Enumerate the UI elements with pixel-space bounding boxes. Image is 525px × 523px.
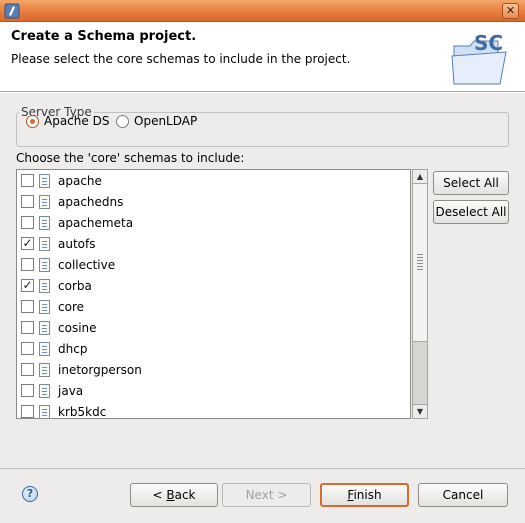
- checkbox-checked[interactable]: ✓: [21, 279, 34, 292]
- back-label-rest: ack: [174, 488, 196, 502]
- radio-label: OpenLDAP: [134, 114, 198, 128]
- schema-file-icon: [39, 173, 50, 188]
- schema-file-icon: [39, 341, 50, 356]
- help-icon[interactable]: ?: [22, 486, 38, 502]
- finish-button[interactable]: Finish: [320, 483, 409, 507]
- radio-apache-ds[interactable]: Apache DS: [26, 114, 109, 128]
- list-item[interactable]: inetorgperson: [17, 359, 410, 380]
- list-item[interactable]: apachedns: [17, 191, 410, 212]
- schemas-label: Choose the 'core' schemas to include:: [16, 151, 245, 165]
- list-item-label: corba: [58, 278, 92, 293]
- checkbox[interactable]: [21, 363, 34, 376]
- footer-divider: [0, 468, 525, 469]
- list-item[interactable]: ✓ corba: [17, 275, 410, 296]
- schema-file-icon: [39, 278, 50, 293]
- back-mnemonic: B: [166, 488, 175, 502]
- checkbox[interactable]: [21, 195, 34, 208]
- radio-button[interactable]: [116, 114, 129, 128]
- radio-openldap[interactable]: OpenLDAP: [116, 114, 197, 128]
- finish-label-rest: inish: [353, 488, 382, 502]
- scroll-thumb[interactable]: [413, 184, 427, 342]
- list-item-label: apachemeta: [58, 215, 134, 230]
- back-label-prefix: <: [152, 488, 167, 502]
- list-item[interactable]: krb5kdc: [17, 401, 410, 419]
- window-titlebar[interactable]: ✕: [0, 0, 525, 22]
- checkbox[interactable]: [21, 174, 34, 187]
- list-item-label: collective: [58, 257, 116, 272]
- checkbox[interactable]: [21, 216, 34, 229]
- list-item-label: dhcp: [58, 341, 88, 356]
- schema-file-icon: [39, 362, 50, 377]
- list-item[interactable]: core: [17, 296, 410, 317]
- back-button[interactable]: < Back: [130, 483, 218, 507]
- page-description: Please select the core schemas to includ…: [11, 52, 351, 66]
- list-item-label: core: [58, 299, 84, 314]
- schema-list[interactable]: apache apachedns apachemeta ✓ autofs col…: [16, 169, 411, 419]
- grip-icon: [417, 254, 423, 270]
- schema-file-icon: [39, 236, 50, 251]
- list-item[interactable]: collective: [17, 254, 410, 275]
- wizard-header: Create a Schema project. Please select t…: [0, 22, 525, 92]
- list-scrollbar[interactable]: ▲ ▼: [412, 169, 428, 419]
- schema-file-icon: [39, 383, 50, 398]
- list-item[interactable]: dhcp: [17, 338, 410, 359]
- schema-file-icon: [39, 215, 50, 230]
- scroll-up-arrow-icon[interactable]: ▲: [413, 170, 427, 184]
- checkbox[interactable]: [21, 321, 34, 334]
- checkbox[interactable]: [21, 342, 34, 355]
- checkbox-checked[interactable]: ✓: [21, 237, 34, 250]
- list-item-label: cosine: [58, 320, 97, 335]
- schema-folder-icon: SC: [451, 31, 507, 85]
- wizard-content: Server Type Apache DS OpenLDAP Choose th…: [0, 93, 525, 523]
- wizard-image-text: SC: [474, 31, 503, 55]
- window-close-button[interactable]: ✕: [502, 3, 519, 19]
- schema-file-icon: [39, 194, 50, 209]
- list-item[interactable]: ✓ autofs: [17, 233, 410, 254]
- schema-file-icon: [39, 404, 50, 418]
- checkbox[interactable]: [21, 384, 34, 397]
- scroll-down-arrow-icon[interactable]: ▼: [413, 404, 427, 418]
- list-item-label: apachedns: [58, 194, 124, 209]
- schema-file-icon: [39, 257, 50, 272]
- list-item-label: inetorgperson: [58, 362, 142, 377]
- schema-file-icon: [39, 320, 50, 335]
- checkbox[interactable]: [21, 405, 34, 418]
- checkbox[interactable]: [21, 258, 34, 271]
- select-all-button[interactable]: Select All: [433, 171, 509, 195]
- list-item[interactable]: apachemeta: [17, 212, 410, 233]
- list-item-label: autofs: [58, 236, 96, 251]
- deselect-all-button[interactable]: Deselect All: [433, 200, 509, 224]
- cancel-button[interactable]: Cancel: [418, 483, 508, 507]
- radio-button-selected[interactable]: [26, 114, 39, 128]
- schema-file-icon: [39, 299, 50, 314]
- list-item[interactable]: java: [17, 380, 410, 401]
- list-item[interactable]: apache: [17, 170, 410, 191]
- list-item-label: apache: [58, 173, 102, 188]
- page-title: Create a Schema project.: [11, 29, 197, 44]
- list-item[interactable]: cosine: [17, 317, 410, 338]
- checkbox[interactable]: [21, 300, 34, 313]
- app-icon: [4, 3, 20, 19]
- list-item-label: krb5kdc: [58, 404, 107, 419]
- list-item-label: java: [58, 383, 84, 398]
- next-button[interactable]: Next >: [222, 483, 311, 507]
- radio-label: Apache DS: [44, 114, 110, 128]
